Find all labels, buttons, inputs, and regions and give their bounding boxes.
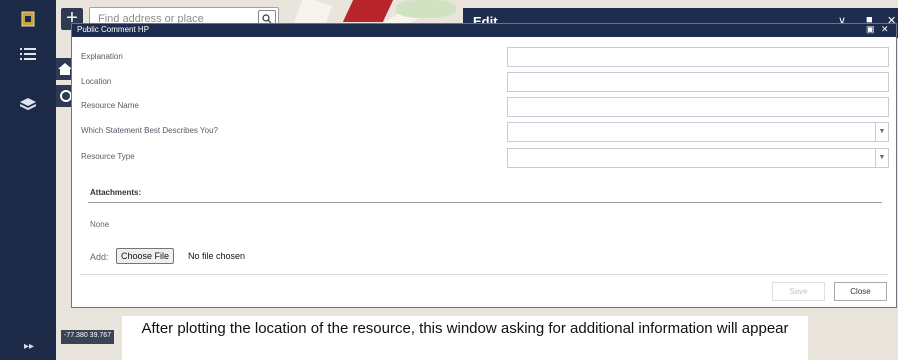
close-button[interactable]: Close — [834, 282, 887, 301]
sidebar: ▸▸ — [0, 0, 56, 360]
map-highlight-area — [342, 0, 394, 22]
dialog-header: Public Comment HP ▣ ✕ — [72, 24, 896, 37]
chevron-down-icon[interactable]: ▼ — [875, 149, 888, 167]
list-icon[interactable] — [18, 44, 38, 64]
expand-icon[interactable]: ▸▸ — [24, 341, 34, 352]
location-field[interactable] — [507, 72, 889, 92]
layers-icon[interactable] — [18, 95, 38, 115]
divider — [80, 274, 888, 275]
resource-name-field[interactable] — [507, 97, 889, 117]
statement-select[interactable]: ▼ — [507, 122, 889, 142]
choose-file-button[interactable]: Choose File — [116, 248, 175, 264]
chevron-down-icon[interactable]: ▼ — [875, 123, 888, 141]
map-park — [396, 0, 456, 18]
statement-label: Which Statement Best Describes You? — [81, 126, 218, 135]
resource-type-label: Resource Type — [81, 152, 135, 161]
add-attachment-label: Add: — [90, 252, 109, 262]
caption-text: After plotting the location of the resou… — [122, 316, 808, 360]
attachments-title: Attachments: — [90, 188, 142, 197]
no-file-text: No file chosen — [188, 251, 246, 261]
save-button[interactable]: Save — [772, 282, 825, 301]
location-label: Location — [81, 77, 112, 86]
resource-type-select[interactable]: ▼ — [507, 148, 889, 168]
divider — [88, 202, 882, 203]
resource-name-label: Resource Name — [81, 101, 139, 110]
explanation-label: Explanation — [81, 52, 123, 61]
explanation-field[interactable] — [507, 47, 889, 67]
dialog-title: Public Comment HP — [77, 25, 150, 34]
restore-icon[interactable]: ▣ — [866, 24, 875, 35]
dialog-close-icon[interactable]: ✕ — [881, 24, 889, 35]
app-window: ▸▸ + Edit ∨ ■ ✕ Public Comment HP ▣ ✕ Ex… — [0, 0, 898, 360]
coordinate-readout: -77.380 39.767 — [61, 330, 115, 344]
attachments-none: None — [90, 220, 110, 229]
app-logo-icon[interactable] — [18, 9, 38, 29]
public-comment-dialog: Public Comment HP ▣ ✕ Explanation Locati… — [71, 23, 897, 308]
